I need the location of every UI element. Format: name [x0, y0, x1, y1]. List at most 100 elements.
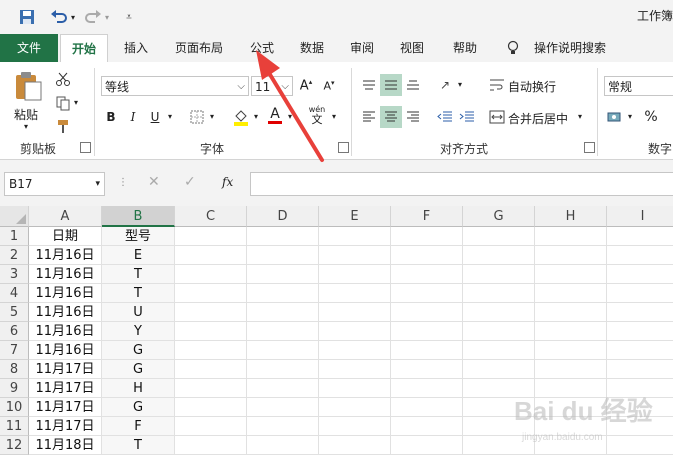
cell-b[interactable]: T	[102, 284, 175, 303]
cell-b[interactable]: G	[102, 341, 175, 360]
column-header-g[interactable]: G	[463, 206, 535, 227]
empty-cell[interactable]	[535, 360, 607, 379]
row-header[interactable]: 3	[0, 265, 29, 284]
tab-home[interactable]: 开始	[60, 34, 108, 63]
column-header-h[interactable]: H	[535, 206, 607, 227]
align-right-icon[interactable]	[402, 106, 424, 128]
empty-cell[interactable]	[175, 417, 247, 436]
empty-cell[interactable]	[463, 246, 535, 265]
column-header-b[interactable]: B	[102, 206, 175, 227]
empty-cell[interactable]	[391, 379, 463, 398]
cell-a[interactable]: 11月16日	[29, 341, 102, 360]
cell-b[interactable]: G	[102, 398, 175, 417]
row-header[interactable]: 12	[0, 436, 29, 455]
column-header-d[interactable]: D	[247, 206, 319, 227]
copy-icon[interactable]	[52, 92, 74, 114]
empty-cell[interactable]	[247, 246, 319, 265]
cell-b[interactable]: U	[102, 303, 175, 322]
currency-dropdown-icon[interactable]: ▾	[628, 112, 632, 121]
increase-indent-icon[interactable]	[456, 106, 478, 128]
underline-dropdown-icon[interactable]: ▾	[168, 112, 172, 121]
borders-dropdown-icon[interactable]: ▾	[210, 112, 214, 121]
row-header[interactable]: 7	[0, 341, 29, 360]
cell-a[interactable]: 日期	[29, 227, 102, 246]
empty-cell[interactable]	[247, 379, 319, 398]
empty-cell[interactable]	[319, 265, 391, 284]
currency-icon[interactable]	[604, 106, 626, 128]
cell-a[interactable]: 11月18日	[29, 436, 102, 455]
orientation-icon[interactable]: ↗	[434, 74, 456, 96]
row-header[interactable]: 2	[0, 246, 29, 265]
empty-cell[interactable]	[391, 417, 463, 436]
empty-cell[interactable]	[319, 341, 391, 360]
empty-cell[interactable]	[607, 227, 673, 246]
empty-cell[interactable]	[463, 322, 535, 341]
empty-cell[interactable]	[319, 398, 391, 417]
cell-a[interactable]: 11月16日	[29, 265, 102, 284]
select-all-corner[interactable]	[0, 206, 29, 227]
empty-cell[interactable]	[247, 284, 319, 303]
empty-cell[interactable]	[247, 303, 319, 322]
empty-cell[interactable]	[175, 360, 247, 379]
empty-cell[interactable]	[319, 227, 391, 246]
cell-b[interactable]: T	[102, 436, 175, 455]
undo-dropdown-icon[interactable]: ▾	[68, 8, 78, 26]
orientation-dropdown-icon[interactable]: ▾	[458, 80, 462, 89]
align-left-icon[interactable]	[358, 106, 380, 128]
paste-icon[interactable]	[12, 70, 46, 104]
empty-cell[interactable]	[391, 246, 463, 265]
column-header-f[interactable]: F	[391, 206, 463, 227]
merge-center-icon[interactable]	[486, 106, 508, 128]
empty-cell[interactable]	[391, 341, 463, 360]
row-header[interactable]: 1	[0, 227, 29, 246]
empty-cell[interactable]	[175, 341, 247, 360]
empty-cell[interactable]	[535, 341, 607, 360]
tab-help[interactable]: 帮助	[442, 34, 488, 62]
empty-cell[interactable]	[607, 360, 673, 379]
empty-cell[interactable]	[463, 341, 535, 360]
save-icon[interactable]	[18, 8, 36, 26]
paste-button-label[interactable]: 粘贴	[14, 106, 38, 123]
underline-button[interactable]: U	[144, 106, 166, 128]
cell-a[interactable]: 11月16日	[29, 303, 102, 322]
empty-cell[interactable]	[535, 246, 607, 265]
empty-cell[interactable]	[247, 436, 319, 455]
empty-cell[interactable]	[463, 227, 535, 246]
empty-cell[interactable]	[535, 265, 607, 284]
column-header-c[interactable]: C	[175, 206, 247, 227]
format-painter-icon[interactable]	[52, 116, 74, 138]
customize-icon[interactable]: ⩡	[120, 8, 138, 26]
empty-cell[interactable]	[535, 284, 607, 303]
empty-cell[interactable]	[175, 398, 247, 417]
clipboard-launcher-icon[interactable]	[80, 142, 91, 153]
italic-button[interactable]: I	[122, 106, 144, 128]
empty-cell[interactable]	[247, 360, 319, 379]
empty-cell[interactable]	[175, 436, 247, 455]
row-header[interactable]: 8	[0, 360, 29, 379]
cell-b[interactable]: 型号	[102, 227, 175, 246]
empty-cell[interactable]	[319, 303, 391, 322]
empty-cell[interactable]	[391, 360, 463, 379]
tab-page-layout[interactable]: 页面布局	[166, 34, 232, 62]
empty-cell[interactable]	[607, 284, 673, 303]
empty-cell[interactable]	[319, 379, 391, 398]
empty-cell[interactable]	[175, 379, 247, 398]
empty-cell[interactable]	[463, 360, 535, 379]
decrease-indent-icon[interactable]	[434, 106, 456, 128]
cell-a[interactable]: 11月16日	[29, 246, 102, 265]
row-header[interactable]: 11	[0, 417, 29, 436]
empty-cell[interactable]	[391, 436, 463, 455]
align-middle-icon[interactable]	[380, 74, 402, 96]
empty-cell[interactable]	[175, 322, 247, 341]
empty-cell[interactable]	[391, 227, 463, 246]
empty-cell[interactable]	[391, 284, 463, 303]
empty-cell[interactable]	[463, 303, 535, 322]
font-name-combo[interactable]: 等线 ⌵	[101, 76, 249, 96]
empty-cell[interactable]	[319, 322, 391, 341]
empty-cell[interactable]	[175, 246, 247, 265]
empty-cell[interactable]	[463, 284, 535, 303]
empty-cell[interactable]	[535, 227, 607, 246]
empty-cell[interactable]	[175, 284, 247, 303]
font-launcher-icon[interactable]	[338, 142, 349, 153]
empty-cell[interactable]	[607, 246, 673, 265]
